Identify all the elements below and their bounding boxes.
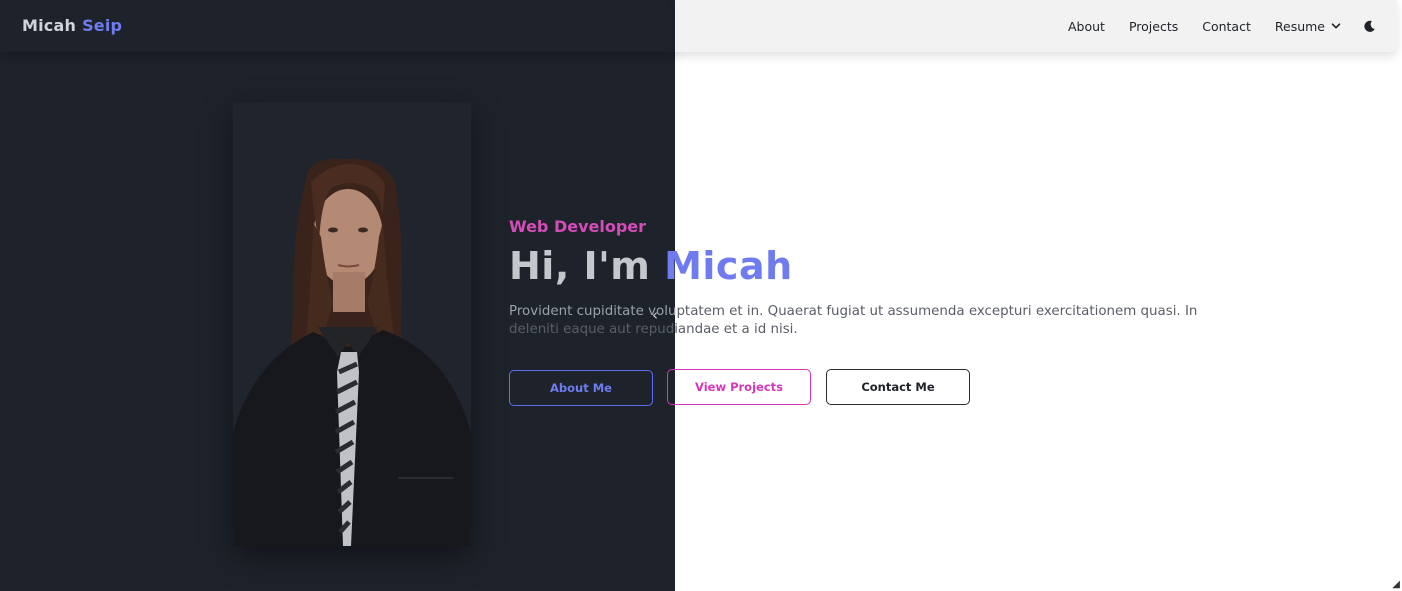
hero-description: Provident cupiditate voluptatem et in. Q… [509, 303, 1209, 339]
nav-links: About Projects Contact Resume [1068, 0, 1376, 52]
contact-me-button[interactable]: Contact Me [826, 369, 970, 405]
nav-link-about[interactable]: About [1068, 19, 1105, 34]
nav-resume-label: Resume [1274, 18, 1325, 34]
moon-icon[interactable] [1363, 20, 1376, 33]
nav-resume-dropdown[interactable]: Resume [1275, 19, 1341, 34]
theme-slider-cursor-icon[interactable]: ‹ [652, 306, 658, 324]
hero-greeting: Hi, I'm [509, 244, 665, 288]
brand-first-name: Micah [22, 16, 77, 35]
brand-last-name: Seip [82, 16, 123, 35]
portrait-illustration [233, 102, 471, 546]
hero-subtitle: Web Developer [509, 217, 647, 236]
hero-name: Micah [664, 244, 793, 288]
nav-link-projects[interactable]: Projects [1129, 19, 1178, 34]
chevron-down-icon [1331, 23, 1341, 29]
brand-logo[interactable]: Micah Seip [22, 16, 122, 35]
about-me-button[interactable]: About Me [509, 370, 653, 406]
navbar: About Projects Contact Resume [675, 0, 1397, 52]
navbar-dark-section: Micah Seip [0, 0, 675, 52]
profile-photo [233, 102, 471, 546]
resize-handle-icon[interactable]: ◢ [1392, 579, 1400, 590]
nav-link-contact[interactable]: Contact [1202, 19, 1251, 34]
hero-title: Hi, I'm Micah [509, 240, 793, 292]
view-projects-button[interactable]: View Projects [667, 369, 811, 405]
